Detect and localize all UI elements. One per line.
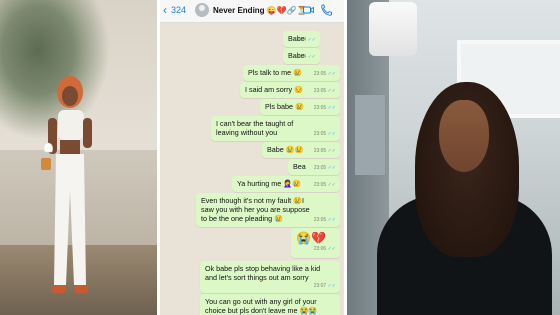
message-bubble[interactable]: Pls babe 😢 23:05 ✓✓ — [260, 99, 340, 115]
woman-figure — [41, 76, 92, 293]
message-bubble[interactable]: Bea 23:05 ✓✓ — [288, 159, 340, 175]
read-ticks-icon: ✓✓ — [327, 217, 336, 223]
message-time: 23:05 ✓✓ — [313, 88, 336, 94]
chat-screenshot: ‹ 324 Never Ending 😜💔🔗⏳ Babe 23:04 ✓✓ Ba… — [160, 0, 344, 315]
chat-header: ‹ 324 Never Ending 😜💔🔗⏳ — [160, 0, 344, 23]
read-ticks-icon: ✓✓ — [327, 283, 336, 289]
back-chevron-icon[interactable]: ‹ — [163, 3, 167, 17]
message-time: 23:04 ✓✓ — [293, 37, 316, 43]
face — [439, 100, 489, 172]
message-time: 23:05 ✓✓ — [313, 217, 336, 223]
message-bubble[interactable]: Even though it's not my fault 😢I saw you… — [196, 193, 340, 227]
read-ticks-icon: ✓✓ — [327, 148, 336, 154]
read-ticks-icon: ✓✓ — [327, 246, 336, 252]
message-time: 23:05 ✓✓ — [313, 131, 336, 137]
message-bubble[interactable]: Babe 😢😢 23:05 ✓✓ — [262, 142, 340, 158]
message-time: 23:05 ✓✓ — [313, 165, 336, 171]
message-bubble[interactable]: You can go out with any girl of your cho… — [200, 294, 340, 315]
message-bubble[interactable]: Babe 23:04 ✓✓ — [283, 31, 320, 47]
avatar[interactable] — [195, 3, 209, 17]
contact-name[interactable]: Never Ending 😜💔🔗⏳ — [213, 6, 307, 15]
read-ticks-icon: ✓✓ — [307, 37, 316, 43]
window-frame — [355, 95, 385, 175]
phone-icon[interactable] — [321, 4, 332, 16]
water-heater — [369, 2, 417, 56]
message-bubble[interactable]: I can't bear the taught of leaving witho… — [211, 116, 340, 141]
message-time: 23:04 ✓✓ — [293, 54, 316, 60]
message-time: 23:05 ✓✓ — [313, 148, 336, 154]
read-ticks-icon: ✓✓ — [327, 88, 336, 94]
message-time: 23:06 ✓✓ — [313, 246, 336, 252]
message-time: 23:05 ✓✓ — [313, 182, 336, 188]
message-time: 23:07 ✓✓ — [313, 283, 336, 289]
video-camera-icon[interactable] — [303, 5, 314, 15]
message-text: Ok babe pls stop behaving like a kid and… — [205, 264, 321, 282]
read-ticks-icon: ✓✓ — [327, 165, 336, 171]
read-ticks-icon: ✓✓ — [307, 54, 316, 60]
read-ticks-icon: ✓✓ — [327, 131, 336, 137]
message-bubble[interactable]: Babe 23:04 ✓✓ — [283, 48, 320, 64]
read-ticks-icon: ✓✓ — [327, 71, 336, 77]
unread-count[interactable]: 324 — [171, 5, 186, 15]
message-bubble[interactable]: I said am sorry 😔 23:05 ✓✓ — [240, 82, 340, 98]
message-time: 23:05 ✓✓ — [313, 71, 336, 77]
message-bubble[interactable]: 😭💔 23:06 ✓✓ — [291, 228, 340, 258]
left-photo — [0, 0, 157, 315]
message-bubble[interactable]: Ok babe pls stop behaving like a kid and… — [200, 261, 340, 293]
read-ticks-icon: ✓✓ — [327, 182, 336, 188]
right-photo — [347, 0, 560, 315]
message-text: You can go out with any girl of your cho… — [205, 297, 318, 315]
read-ticks-icon: ✓✓ — [327, 105, 336, 111]
message-bubble[interactable]: Pls talk to me 😢 23:05 ✓✓ — [243, 65, 340, 81]
message-time: 23:05 ✓✓ — [313, 105, 336, 111]
message-bubble[interactable]: Ya hurting me 🤦‍♀️😢 23:05 ✓✓ — [232, 176, 340, 192]
